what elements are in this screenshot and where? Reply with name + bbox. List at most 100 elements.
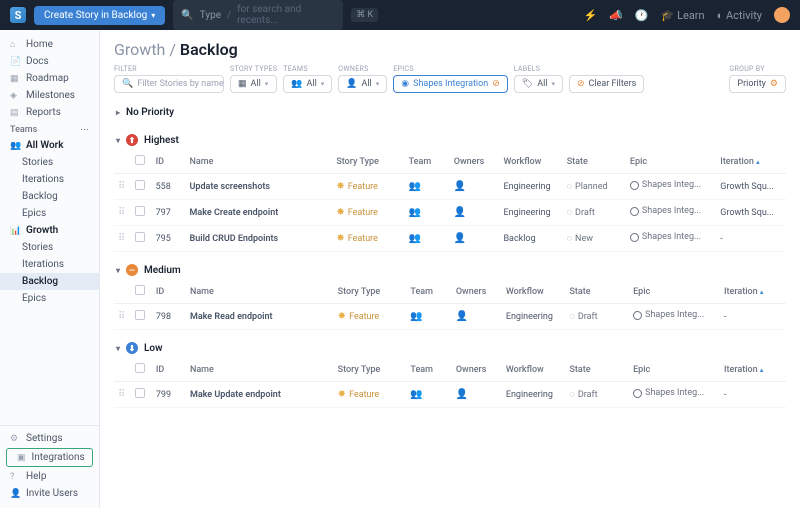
col-epic[interactable]: Epic (629, 358, 720, 382)
sidebar-item-reports[interactable]: ▤Reports (0, 104, 99, 121)
group-header[interactable]: ▾—Medium (114, 260, 786, 280)
row-checkbox[interactable] (135, 180, 145, 190)
user-avatar[interactable] (774, 7, 790, 23)
sidebar-item-invite[interactable]: 👤Invite Users (0, 485, 99, 502)
app-logo[interactable]: S (10, 7, 26, 23)
drag-handle-icon[interactable]: ⠿ (118, 311, 125, 322)
table-row[interactable]: ⠿ 799 Make Update endpoint ✸Feature 👥 👤 … (114, 382, 786, 408)
row-checkbox[interactable] (135, 310, 145, 320)
clear-filters-button[interactable]: ⊘ Clear Filters (569, 75, 644, 93)
create-story-button[interactable]: Create Story in Backlog ▾ (34, 6, 165, 25)
cell-epic[interactable]: Shapes Integ... (633, 388, 704, 398)
cell-epic[interactable]: Shapes Integ... (633, 310, 704, 320)
col-state[interactable]: State (565, 280, 629, 304)
col-iteration[interactable]: Iteration ▴ (716, 150, 786, 174)
activity-link[interactable]: ◐ Activity (717, 9, 762, 22)
col-story-type[interactable]: Story Type (334, 358, 407, 382)
table-row[interactable]: ⠿ 797 Make Create endpoint ✸Feature 👥 👤 … (114, 200, 786, 226)
chevron-icon[interactable]: ▾ (116, 266, 120, 275)
filter-labels[interactable]: 🏷 All ▾ (514, 75, 563, 93)
chevron-icon[interactable]: ▸ (116, 108, 120, 117)
sidebar-item-growth-backlog[interactable]: Backlog (0, 273, 99, 290)
sidebar-item-growth-epics[interactable]: Epics (0, 290, 99, 307)
breadcrumb-parent[interactable]: Growth (114, 40, 165, 59)
col-team[interactable]: Team (406, 280, 451, 304)
col-story-type[interactable]: Story Type (332, 150, 404, 174)
col-epic[interactable]: Epic (626, 150, 716, 174)
bolt-icon[interactable]: ⚡ (584, 9, 598, 22)
groupby-select[interactable]: Priority ⚙ (729, 75, 786, 93)
cell-name[interactable]: Make Read endpoint (186, 304, 334, 330)
table-row[interactable]: ⠿ 558 Update screenshots ✸Feature 👥 👤 En… (114, 174, 786, 200)
sidebar-item-iterations[interactable]: Iterations (0, 171, 99, 188)
select-all-checkbox[interactable] (135, 285, 145, 295)
sidebar-item-roadmap[interactable]: ▦Roadmap (0, 70, 99, 87)
sidebar-item-growth-stories[interactable]: Stories (0, 239, 99, 256)
col-workflow[interactable]: Workflow (502, 358, 566, 382)
group-header[interactable]: ▾⬇Low (114, 338, 786, 358)
filter-search[interactable]: 🔍Filter Stories by name (114, 75, 224, 93)
col-owners[interactable]: Owners (450, 150, 500, 174)
clock-icon[interactable]: 🕐 (635, 9, 649, 22)
col-iteration[interactable]: Iteration ▴ (720, 280, 786, 304)
col-id[interactable]: ID (152, 358, 186, 382)
col-iteration[interactable]: Iteration ▴ (720, 358, 786, 382)
sidebar-item-stories[interactable]: Stories (0, 154, 99, 171)
drag-handle-icon[interactable]: ⠿ (118, 233, 125, 244)
col-id[interactable]: ID (152, 150, 186, 174)
sidebar-item-growth[interactable]: 📊Growth (0, 222, 99, 239)
sidebar-item-backlog[interactable]: Backlog (0, 188, 99, 205)
select-all-checkbox[interactable] (135, 363, 145, 373)
learn-link[interactable]: 🎓 Learn (661, 9, 705, 22)
col-epic[interactable]: Epic (629, 280, 720, 304)
table-row[interactable]: ⠿ 798 Make Read endpoint ✸Feature 👥 👤 En… (114, 304, 786, 330)
col-owners[interactable]: Owners (452, 280, 502, 304)
chevron-icon[interactable]: ▾ (116, 344, 120, 353)
col-workflow[interactable]: Workflow (499, 150, 562, 174)
more-icon[interactable]: ⋯ (80, 125, 89, 135)
sidebar-item-milestones[interactable]: ◈Milestones (0, 87, 99, 104)
col-state[interactable]: State (563, 150, 626, 174)
sidebar-item-home[interactable]: ⌂Home (0, 36, 99, 53)
col-state[interactable]: State (565, 358, 629, 382)
cell-name[interactable]: Update screenshots (186, 174, 333, 200)
drag-handle-icon[interactable]: ⠿ (118, 207, 125, 218)
sidebar-item-epics[interactable]: Epics (0, 205, 99, 222)
sidebar-item-docs[interactable]: 📄Docs (0, 53, 99, 70)
global-search[interactable]: 🔍 Type / for search and recents... (173, 0, 343, 30)
sidebar-item-integrations[interactable]: ▣Integrations (7, 449, 92, 466)
sidebar-item-help[interactable]: ?Help (0, 468, 99, 485)
col-name[interactable]: Name (186, 280, 334, 304)
cell-name[interactable]: Build CRUD Endpoints (186, 226, 333, 252)
group-header[interactable]: ▾⬆Highest (114, 130, 786, 150)
chevron-icon[interactable]: ▾ (116, 136, 120, 145)
sidebar-item-settings[interactable]: ⚙Settings (0, 430, 99, 447)
cell-epic[interactable]: Shapes Integ... (630, 206, 701, 216)
col-owners[interactable]: Owners (452, 358, 502, 382)
row-checkbox[interactable] (135, 232, 145, 242)
cell-epic[interactable]: Shapes Integ... (630, 180, 701, 190)
col-team[interactable]: Team (406, 358, 451, 382)
cell-name[interactable]: Make Update endpoint (186, 382, 334, 408)
filter-epics[interactable]: ◉ Shapes Integration ⊘ (393, 75, 508, 93)
select-all-checkbox[interactable] (135, 155, 145, 165)
row-checkbox[interactable] (135, 206, 145, 216)
sidebar-item-growth-iterations[interactable]: Iterations (0, 256, 99, 273)
table-row[interactable]: ⠿ 795 Build CRUD Endpoints ✸Feature 👥 👤 … (114, 226, 786, 252)
col-name[interactable]: Name (186, 150, 333, 174)
col-name[interactable]: Name (186, 358, 334, 382)
filter-owners[interactable]: 👤 All ▾ (338, 75, 387, 93)
col-team[interactable]: Team (405, 150, 450, 174)
col-story-type[interactable]: Story Type (334, 280, 407, 304)
sidebar-item-all-work[interactable]: 👥All Work (0, 137, 99, 154)
megaphone-icon[interactable]: 📣 (609, 9, 623, 22)
row-checkbox[interactable] (135, 388, 145, 398)
filter-story-types[interactable]: ▦ All ▾ (230, 75, 277, 93)
col-id[interactable]: ID (152, 280, 186, 304)
filter-teams[interactable]: 👥 All ▾ (283, 75, 332, 93)
drag-handle-icon[interactable]: ⠿ (118, 181, 125, 192)
cell-name[interactable]: Make Create endpoint (186, 200, 333, 226)
cell-epic[interactable]: Shapes Integ... (630, 232, 701, 242)
drag-handle-icon[interactable]: ⠿ (118, 389, 125, 400)
group-header[interactable]: ▸No Priority (114, 103, 786, 122)
